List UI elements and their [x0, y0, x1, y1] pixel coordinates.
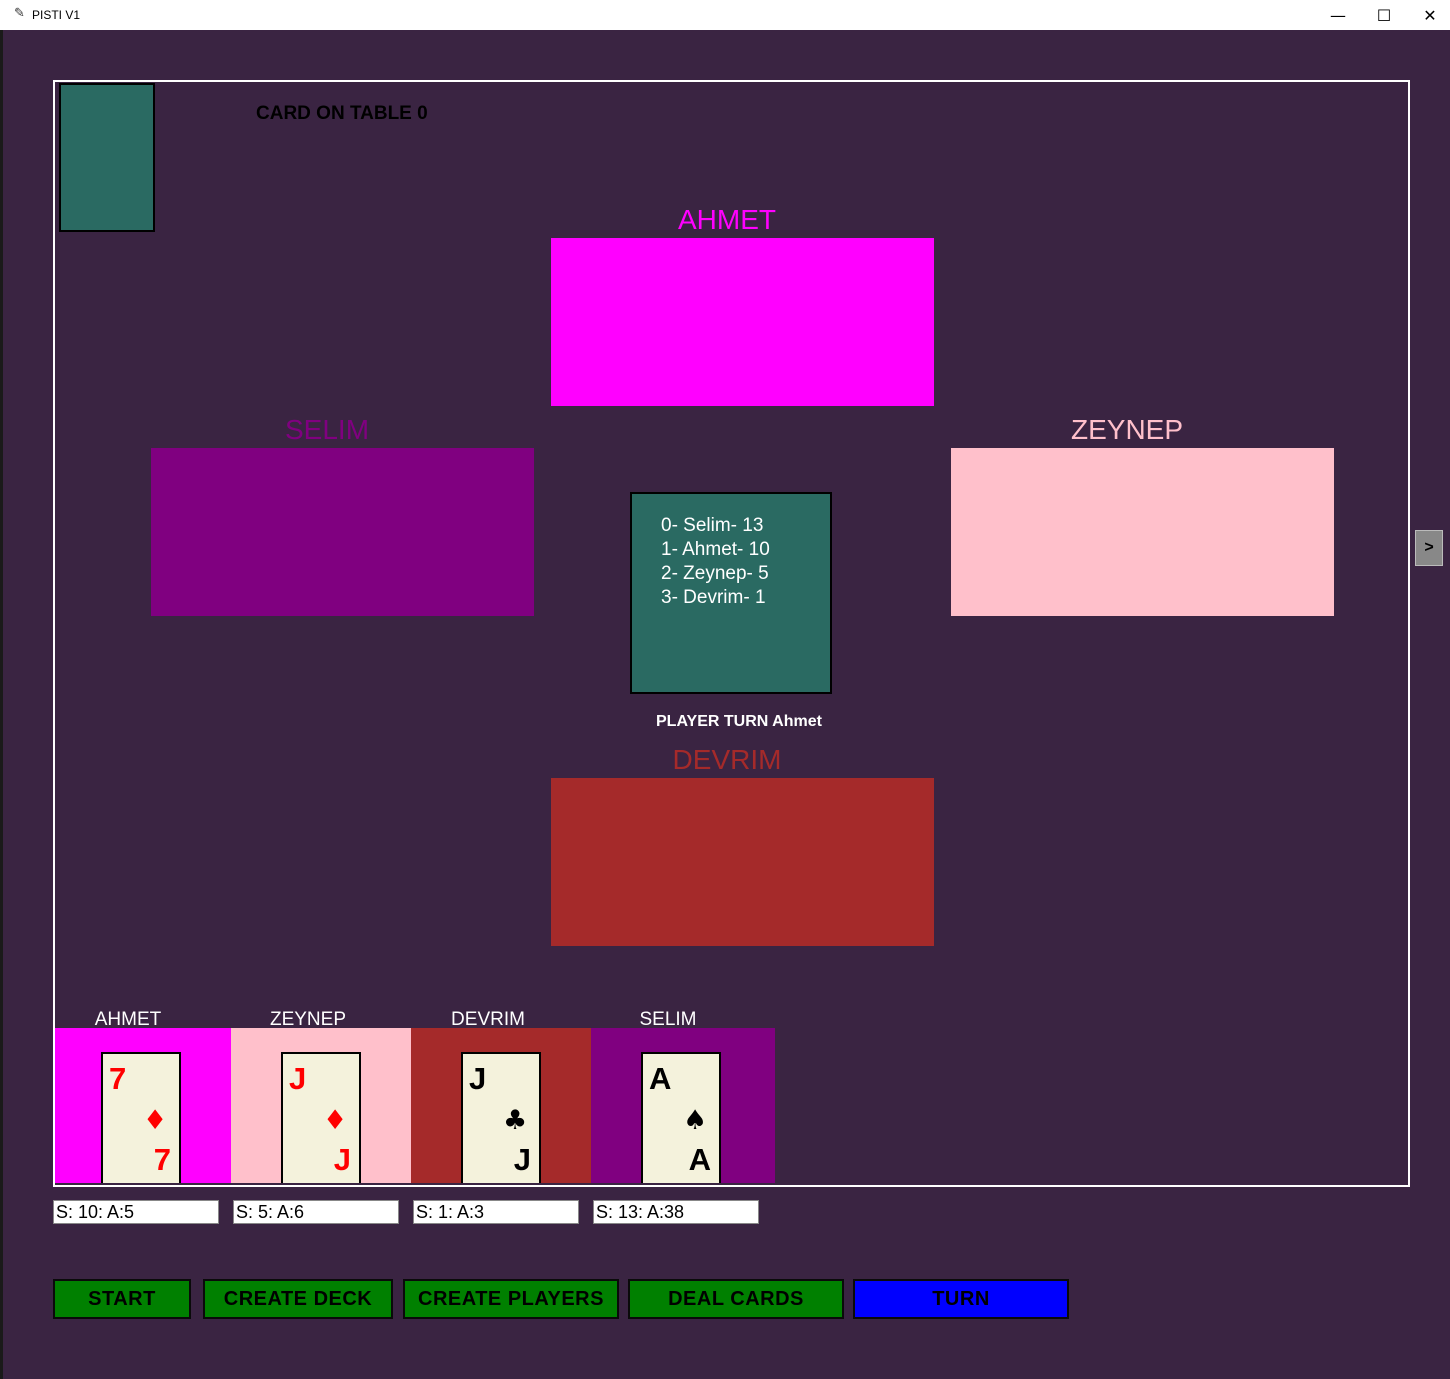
- title-bar: ✎ PISTI V1 — ☐ ✕: [0, 0, 1450, 30]
- card-rank: A: [649, 1061, 672, 1096]
- playing-card[interactable]: A ♠ A: [641, 1052, 721, 1183]
- card-rank: J: [289, 1061, 307, 1096]
- player-area-selim[interactable]: [151, 448, 534, 616]
- diamond-suit-icon: ♦: [323, 1105, 348, 1136]
- minimize-icon: —: [1330, 5, 1346, 25]
- score-field-zeynep[interactable]: S: 5: A:6: [233, 1200, 399, 1224]
- window-title: PISTI V1: [32, 8, 81, 22]
- chevron-right-icon: >: [1424, 539, 1434, 556]
- player-name-devrim: DEVRIM: [672, 744, 782, 775]
- playing-card[interactable]: J ♣ J: [461, 1052, 541, 1183]
- scoreboard-entry: 1- Ahmet- 10: [661, 539, 770, 560]
- score-field-devrim[interactable]: S: 1: A:3: [413, 1200, 579, 1224]
- minimize-button[interactable]: —: [1315, 0, 1361, 30]
- maximize-icon: ☐: [1376, 5, 1392, 25]
- diamond-suit-icon: ♦: [143, 1105, 168, 1136]
- start-button[interactable]: START: [53, 1279, 191, 1319]
- scoreboard-entry: 3- Devrim- 1: [661, 587, 766, 608]
- card-rank: J: [513, 1142, 531, 1177]
- player-name-zeynep: ZEYNEP: [1070, 414, 1184, 445]
- playing-card[interactable]: 7 ♦ 7: [101, 1052, 181, 1183]
- player-area-zeynep[interactable]: [951, 448, 1334, 616]
- scoreboard-list: 0- Selim- 13 1- Ahmet- 10 2- Zeynep- 5 3…: [661, 514, 770, 610]
- card-on-table-label: CARD ON TABLE 0: [256, 103, 428, 124]
- player-name-selim: SELIM: [284, 414, 370, 445]
- feather-icon: ✎: [14, 6, 25, 21]
- next-arrow-button[interactable]: >: [1415, 530, 1443, 566]
- scoreboard-entry: 2- Zeynep- 5: [661, 563, 769, 584]
- playing-card[interactable]: J ♦ J: [281, 1052, 361, 1183]
- player-name-ahmet: AHMET: [678, 204, 776, 235]
- score-field-selim[interactable]: S: 13: A:38: [593, 1200, 759, 1224]
- card-rank: 7: [109, 1061, 127, 1096]
- close-button[interactable]: ✕: [1407, 0, 1450, 30]
- player-turn-label: PLAYER TURN Ahmet: [656, 713, 822, 730]
- window-edge: [0, 30, 3, 1379]
- scoreboard-entry: 0- Selim- 13: [661, 515, 764, 536]
- player-area-ahmet[interactable]: [551, 238, 934, 406]
- spade-suit-icon: ♠: [683, 1105, 708, 1136]
- card-rank: 7: [153, 1142, 171, 1177]
- card-rank: A: [688, 1142, 711, 1177]
- create-deck-button[interactable]: CREATE DECK: [203, 1279, 393, 1319]
- deck-pile[interactable]: [59, 83, 155, 232]
- card-rank: J: [469, 1061, 487, 1096]
- maximize-button[interactable]: ☐: [1361, 0, 1407, 30]
- create-players-button[interactable]: CREATE PLAYERS: [403, 1279, 619, 1319]
- player-area-devrim[interactable]: [551, 778, 934, 946]
- card-rank: J: [333, 1142, 351, 1177]
- turn-button[interactable]: TURN: [853, 1279, 1069, 1319]
- deal-cards-button[interactable]: DEAL CARDS: [628, 1279, 844, 1319]
- score-field-ahmet[interactable]: S: 10: A:5: [53, 1200, 219, 1224]
- club-suit-icon: ♣: [503, 1105, 528, 1136]
- close-icon: ✕: [1423, 5, 1437, 25]
